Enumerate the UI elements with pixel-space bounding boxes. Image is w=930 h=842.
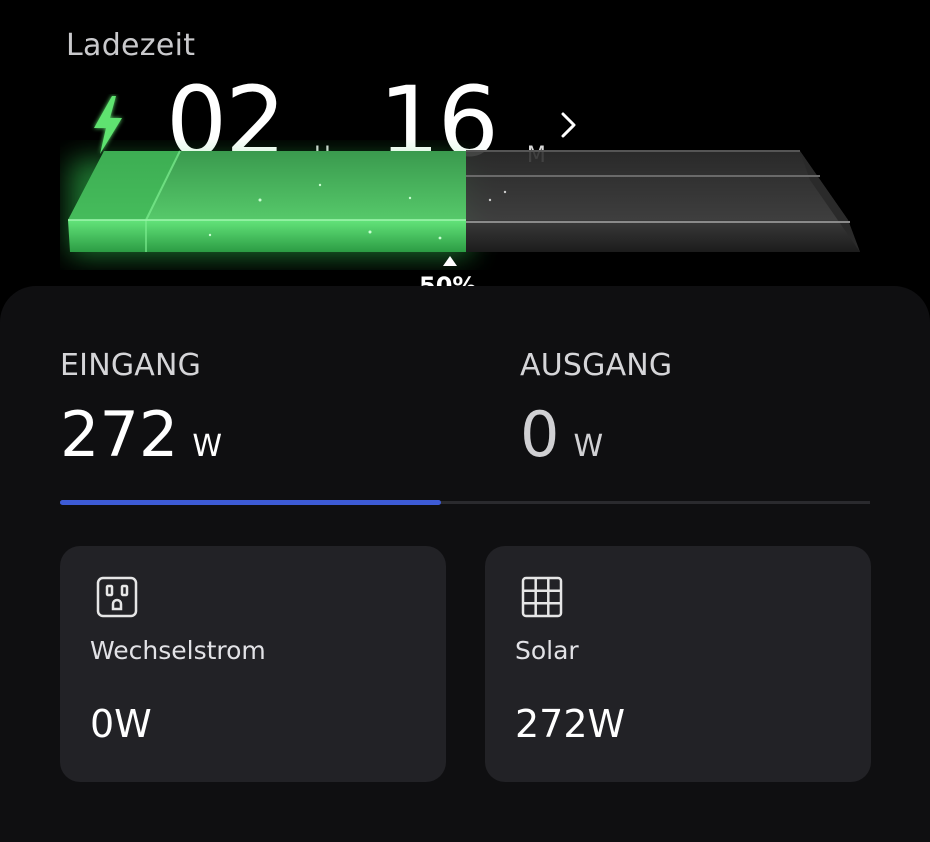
solar-source-label: Solar [515,636,579,665]
solar-source-value: 272W [515,702,626,746]
input-value[interactable]: 272 W [60,404,222,466]
ac-source-value: 0W [90,702,152,746]
battery-level-bar [68,150,860,255]
solar-source-card[interactable]: Solar 272W [485,546,871,782]
solar-panel-icon [521,576,563,618]
chevron-right-icon[interactable] [556,108,582,142]
level-marker-icon [443,256,457,266]
outlet-icon [96,576,138,618]
output-label[interactable]: AUSGANG [520,348,672,383]
output-number: 0 [520,398,560,471]
io-tab-track [60,500,870,505]
ac-source-card[interactable]: Wechselstrom 0W [60,546,446,782]
output-value[interactable]: 0 W [520,404,603,466]
input-unit: W [192,429,223,464]
io-tab-indicator [60,500,441,505]
input-number: 272 [60,398,179,471]
charge-time-title: Ladezeit [66,28,196,63]
input-label[interactable]: EINGANG [60,348,201,383]
output-unit: W [573,429,604,464]
ac-source-label: Wechselstrom [90,636,266,665]
